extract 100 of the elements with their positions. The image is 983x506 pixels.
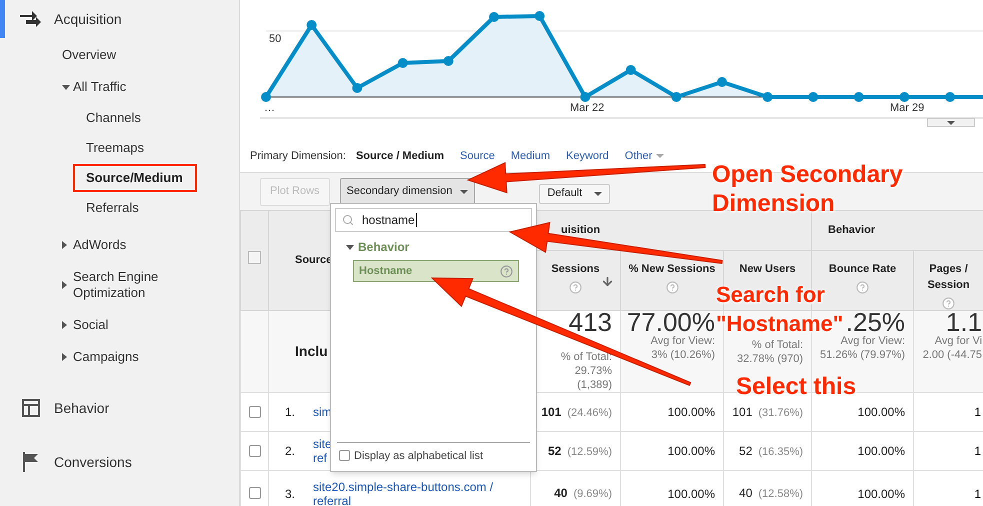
caret-icon[interactable] (346, 244, 354, 250)
table-cell: 100.00% (858, 486, 906, 500)
checkbox[interactable] (248, 406, 260, 418)
caret-icon (656, 154, 664, 158)
data-point (671, 92, 682, 102)
nav-item[interactable]: Social (73, 317, 183, 333)
axis-label: Mar 29 (890, 101, 924, 116)
caret-icon (594, 192, 602, 196)
total-note: % of Total: 32.78% (970) (736, 338, 804, 366)
checkbox[interactable] (248, 487, 260, 500)
row-index: 1. (284, 404, 293, 421)
total-note: Avg for View: 3% (10.26%) (650, 334, 715, 362)
row-index: 2. (284, 443, 293, 460)
annotation-text: Select this (736, 372, 856, 401)
flag-icon (23, 452, 39, 472)
dimension-link[interactable]: Keyword (566, 148, 609, 164)
data-point (534, 11, 545, 21)
search-icon (342, 214, 354, 226)
table-cell: 100.00% (668, 444, 715, 458)
data-point (580, 92, 590, 102)
table-cell: 52 (16.35%) (739, 444, 804, 458)
nav-item[interactable]: Source/Medium (73, 164, 197, 192)
secondary-dimension-dropdown[interactable]: Secondary dimension (340, 178, 476, 206)
group-header: uisition (561, 224, 600, 236)
sort-arrow-icon (601, 275, 614, 288)
help-icon (500, 264, 513, 278)
nav-item[interactable]: AdWords (73, 237, 183, 253)
data-point (261, 92, 271, 102)
nav-section-row[interactable]: Acquisition (0, 0, 239, 38)
table-cell: 1 (974, 405, 982, 419)
data-point (945, 92, 955, 102)
nav-item[interactable]: All Traffic (73, 79, 183, 95)
caret-icon[interactable] (62, 241, 67, 249)
annotation-text: Open Secondary Dimension (712, 160, 904, 218)
table-cell: 100.00% (858, 405, 906, 419)
dimension-link[interactable]: Other (624, 148, 664, 164)
caret-icon (460, 190, 468, 194)
data-point (443, 56, 454, 66)
data-point (352, 83, 362, 93)
checkbox[interactable] (248, 251, 261, 264)
axis-label: 50 (269, 32, 282, 47)
caret-icon[interactable] (62, 353, 67, 361)
data-point (717, 77, 727, 87)
nav-section[interactable]: Acquisition (54, 8, 122, 30)
field-label: Primary Dimension: (250, 148, 346, 164)
dimension-link[interactable]: Source / Medium (356, 148, 444, 164)
data-point (626, 65, 636, 75)
data-point (398, 58, 408, 68)
column-header[interactable]: Sessions (551, 261, 600, 277)
nav-item[interactable]: Overview (62, 47, 172, 63)
table-cell: 1 (974, 486, 982, 500)
column-header[interactable]: Bounce Rate (828, 261, 896, 277)
group-header: Behavior (828, 224, 876, 236)
layout-icon (22, 399, 40, 417)
axis-label: … (264, 101, 275, 116)
checkbox[interactable] (248, 444, 260, 457)
total-value: 1.1 (946, 310, 982, 334)
nav-item[interactable]: Referrals (86, 198, 139, 218)
nav-section-row[interactable]: Behavior (0, 389, 239, 427)
sort-type-dropdown[interactable]: Default (539, 184, 610, 204)
table-cell: 100.00% (668, 486, 715, 500)
group-label[interactable]: Behavior (358, 238, 410, 256)
row-index: 3. (284, 486, 293, 502)
caret-icon[interactable] (62, 321, 67, 329)
nav-section[interactable]: Behavior (54, 398, 110, 418)
total-value: 413 (568, 310, 612, 334)
caret-icon (947, 120, 955, 124)
data-point (489, 12, 499, 22)
arrows-icon (20, 9, 42, 29)
column-header[interactable]: New Users (739, 261, 796, 277)
data-point (899, 92, 910, 102)
chart-toggle[interactable] (927, 118, 975, 127)
nav-item[interactable]: Campaigns (73, 349, 183, 365)
data-point (854, 92, 864, 102)
caret-icon[interactable] (62, 84, 70, 90)
axis-label: Mar 22 (570, 101, 604, 116)
source-link[interactable]: site20.simple-share-buttons.com / referral (313, 480, 494, 506)
dimension-link[interactable]: Source (460, 148, 495, 164)
data-point (762, 92, 773, 102)
table-cell: 101 (24.46%) (541, 404, 612, 419)
totals-label: Inclu (295, 342, 328, 358)
table-cell: 40 (12.58%) (739, 486, 804, 500)
table-cell: 100.00% (668, 405, 715, 419)
nav-item[interactable]: Channels (86, 108, 141, 128)
dimension-link[interactable]: Medium (510, 148, 550, 164)
table-cell: 1 (974, 444, 982, 458)
table-cell: 52 (12.59%) (548, 444, 612, 458)
nav-item[interactable]: Search Engine Optimization (73, 269, 183, 301)
caret-icon[interactable] (62, 281, 67, 289)
total-note: Avg for Vi 2.00 (-44.75 (922, 334, 982, 362)
nav-item[interactable]: Treemaps (86, 138, 144, 158)
nav-section[interactable]: Conversions (54, 452, 132, 472)
total-note: Avg for View: 51.26% (79.97%) (819, 334, 906, 362)
table-cell: 100.00% (858, 444, 906, 458)
annotation-text: Search for "Hostname" (716, 281, 844, 336)
table-cell: 101 (31.76%) (732, 404, 804, 419)
checkbox[interactable] (339, 450, 350, 462)
nav-section-row[interactable]: Conversions (0, 443, 239, 481)
table-cell: 40 (9.69%) (554, 486, 612, 500)
total-value: 77.00% (626, 310, 715, 334)
